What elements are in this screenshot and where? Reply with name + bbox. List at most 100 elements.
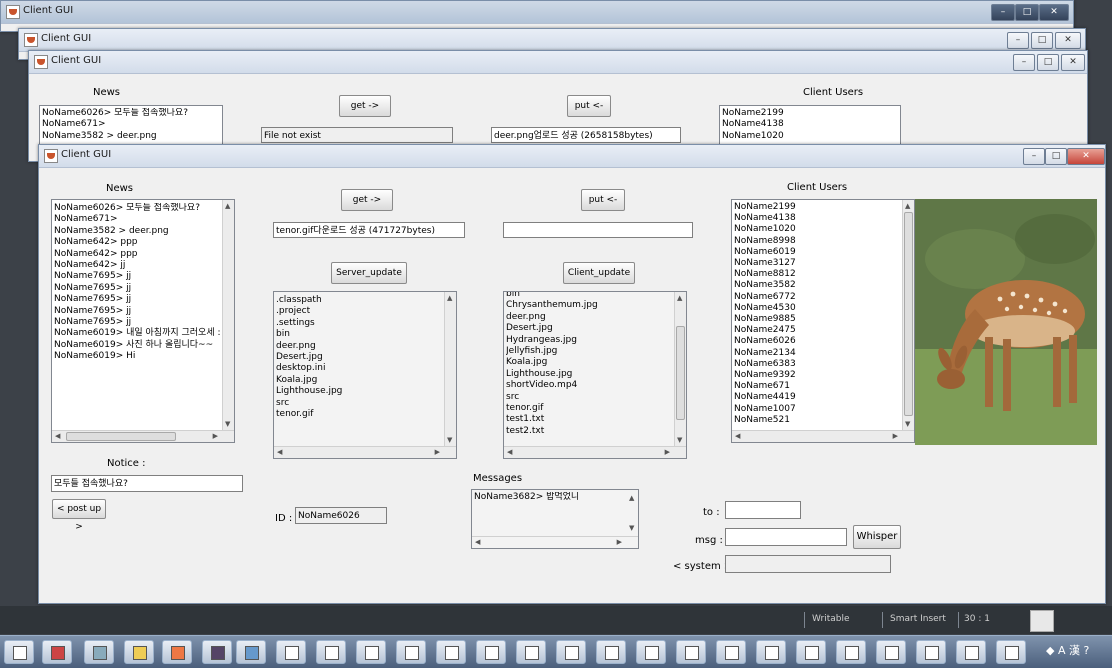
- taskbar-app-button[interactable]: [84, 640, 114, 664]
- list-item[interactable]: bin: [276, 329, 444, 340]
- list-item[interactable]: tenor.gif: [506, 403, 674, 414]
- java-taskbar-button[interactable]: [276, 640, 306, 664]
- list-item[interactable]: NoName6772: [734, 292, 902, 303]
- list-item[interactable]: bin: [506, 292, 674, 300]
- vertical-scrollbar[interactable]: ▲ ▼: [674, 292, 686, 446]
- java-taskbar-button[interactable]: [316, 640, 346, 664]
- list-item[interactable]: NoName9392: [734, 370, 902, 381]
- scroll-left-icon[interactable]: ◀: [55, 432, 60, 440]
- list-item[interactable]: NoName642> jj: [54, 260, 222, 271]
- list-item[interactable]: NoName2475: [734, 325, 902, 336]
- list-item[interactable]: NoName6383: [734, 359, 902, 370]
- java-taskbar-button[interactable]: [396, 640, 426, 664]
- list-item[interactable]: .classpath: [276, 295, 444, 306]
- maximize-button[interactable]: □: [1015, 4, 1039, 21]
- list-item[interactable]: NoName642> ppp: [54, 249, 222, 260]
- whisper-button[interactable]: Whisper: [853, 525, 901, 549]
- maximize-button[interactable]: □: [1045, 148, 1067, 165]
- scroll-right-icon[interactable]: ▶: [665, 448, 670, 456]
- list-item[interactable]: NoName6026> 모두들 접속했나요?: [54, 203, 222, 214]
- list-item[interactable]: NoName7695> jj: [54, 306, 222, 317]
- java-taskbar-button[interactable]: [596, 640, 626, 664]
- java-taskbar-button[interactable]: [676, 640, 706, 664]
- list-item[interactable]: NoName7695> jj: [54, 317, 222, 328]
- scroll-up-icon[interactable]: ▲: [905, 202, 910, 210]
- java-taskbar-button[interactable]: [516, 640, 546, 664]
- list-item[interactable]: NoName7695> jj: [54, 294, 222, 305]
- horizontal-scrollbar[interactable]: ◀ ▶: [274, 446, 456, 458]
- close-button[interactable]: ✕: [1067, 148, 1105, 165]
- list-item[interactable]: Jellyfish.jpg: [506, 346, 674, 357]
- list-item[interactable]: NoName4138: [722, 119, 888, 130]
- list-item[interactable]: NoName7695> jj: [54, 283, 222, 294]
- java-taskbar-button[interactable]: [796, 640, 826, 664]
- scroll-left-icon[interactable]: ◀: [475, 538, 480, 546]
- list-item[interactable]: NoName3682> 밥먹었니: [474, 492, 626, 503]
- scroll-up-icon[interactable]: ▲: [447, 294, 452, 302]
- java-taskbar-button[interactable]: [996, 640, 1026, 664]
- horizontal-scrollbar[interactable]: ◀ ▶: [732, 430, 914, 442]
- horizontal-scrollbar[interactable]: ◀ ▶: [52, 430, 234, 442]
- server-files-list[interactable]: .classpath .project .settings bin deer.p…: [273, 291, 457, 459]
- list-item[interactable]: NoName3582 > deer.png: [54, 226, 222, 237]
- list-item[interactable]: NoName3582 > deer.png: [42, 131, 210, 142]
- list-item[interactable]: .project: [276, 306, 444, 317]
- scroll-right-icon[interactable]: ▶: [893, 432, 898, 440]
- scroll-right-icon[interactable]: ▶: [617, 538, 622, 546]
- to-input[interactable]: [725, 501, 801, 519]
- list-item[interactable]: NoName6026> 모두들 접속했나요?: [42, 108, 210, 119]
- minimize-button[interactable]: –: [1013, 54, 1035, 71]
- client-update-button[interactable]: Client_update: [563, 262, 635, 284]
- list-item[interactable]: NoName6019> Hi: [54, 351, 222, 362]
- put-button[interactable]: put <-: [567, 95, 611, 117]
- list-item[interactable]: NoName1020: [722, 131, 888, 142]
- list-item[interactable]: NoName671>: [42, 119, 210, 130]
- scroll-down-icon[interactable]: ▼: [905, 420, 910, 428]
- list-item[interactable]: NoName8998: [734, 236, 902, 247]
- list-item[interactable]: NoName4419: [734, 392, 902, 403]
- scroll-up-icon[interactable]: ▲: [629, 494, 634, 502]
- vertical-scrollbar[interactable]: ▲ ▼: [222, 200, 234, 430]
- minimize-button[interactable]: –: [1023, 148, 1045, 165]
- java-taskbar-button[interactable]: [436, 640, 466, 664]
- vertical-scrollbar[interactable]: ▲ ▼: [444, 292, 456, 446]
- list-item[interactable]: NoName4530: [734, 303, 902, 314]
- list-item[interactable]: NoName671>: [54, 214, 222, 225]
- scroll-thumb[interactable]: [676, 326, 685, 420]
- taskbar-app-button[interactable]: [124, 640, 154, 664]
- scroll-down-icon[interactable]: ▼: [677, 436, 682, 444]
- server-update-button[interactable]: Server_update: [331, 262, 407, 284]
- list-item[interactable]: Hydrangeas.jpg: [506, 335, 674, 346]
- list-item[interactable]: NoName6019> 내일 아침까지 그러오세 :: [54, 328, 222, 339]
- horizontal-scrollbar[interactable]: ◀ ▶: [504, 446, 686, 458]
- list-item[interactable]: NoName642> ppp: [54, 237, 222, 248]
- start-button[interactable]: [4, 640, 34, 664]
- list-item[interactable]: deer.png: [276, 341, 444, 352]
- taskbar-app-button[interactable]: [202, 640, 232, 664]
- list-item[interactable]: NoName6019> 사진 하나 올립니다~~: [54, 340, 222, 351]
- scroll-up-icon[interactable]: ▲: [225, 202, 230, 210]
- java-taskbar-button[interactable]: [556, 640, 586, 664]
- taskbar-app-button[interactable]: [162, 640, 192, 664]
- scroll-down-icon[interactable]: ▼: [225, 420, 230, 428]
- list-item[interactable]: Koala.jpg: [506, 357, 674, 368]
- put-button[interactable]: put <-: [581, 189, 625, 211]
- list-item[interactable]: NoName4138: [734, 213, 902, 224]
- list-item[interactable]: NoName671: [734, 381, 902, 392]
- taskbar-app-button[interactable]: [42, 640, 72, 664]
- system-tray[interactable]: ◆ A 漢 ?: [1046, 642, 1106, 662]
- java-taskbar-button[interactable]: [756, 640, 786, 664]
- msg-input[interactable]: [725, 528, 847, 546]
- java-taskbar-button[interactable]: [836, 640, 866, 664]
- list-item[interactable]: Lighthouse.jpg: [506, 369, 674, 380]
- horizontal-scrollbar[interactable]: ◀ ▶: [472, 536, 638, 548]
- news-list[interactable]: NoName6026> 모두들 접속했나요? NoName671> NoName…: [51, 199, 235, 443]
- scroll-left-icon[interactable]: ◀: [735, 432, 740, 440]
- client-files-list[interactable]: bin Chrysanthemum.jpg deer.png Desert.jp…: [503, 291, 687, 459]
- list-item[interactable]: Chrysanthemum.jpg: [506, 300, 674, 311]
- scroll-left-icon[interactable]: ◀: [277, 448, 282, 456]
- taskbar-app-button[interactable]: [236, 640, 266, 664]
- list-item[interactable]: test1.txt: [506, 414, 674, 425]
- status-icon[interactable]: [1030, 610, 1054, 632]
- java-taskbar-button[interactable]: [916, 640, 946, 664]
